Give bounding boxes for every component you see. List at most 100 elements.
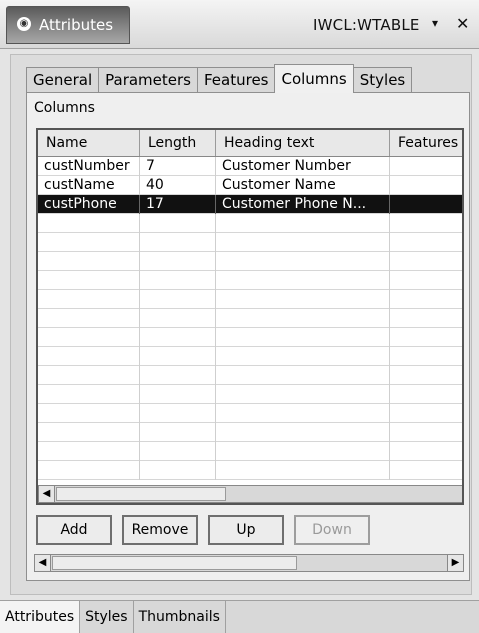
empty-cell <box>140 404 216 423</box>
empty-cell <box>38 309 140 328</box>
table-row-empty[interactable] <box>38 252 462 271</box>
cell-heading-text: Customer Name <box>216 176 390 195</box>
empty-cell <box>38 423 140 442</box>
cell-heading-text: Customer Phone N... <box>216 195 390 214</box>
empty-cell <box>38 461 140 480</box>
view-titlebar: ◉ Attributes IWCL:WTABLE ▾ ✕ <box>0 0 479 49</box>
table-row[interactable]: custNumber 7 Customer Number <box>38 157 462 176</box>
table-row-empty[interactable] <box>38 347 462 366</box>
view-tab-label: Attributes <box>39 16 114 34</box>
empty-cell <box>140 385 216 404</box>
view-tab-attributes[interactable]: ◉ Attributes <box>6 6 130 44</box>
table-row-empty[interactable] <box>38 328 462 347</box>
empty-cell <box>216 233 390 252</box>
cell-features <box>390 176 462 195</box>
column-header-features[interactable]: Features <box>390 130 462 156</box>
table-row-empty[interactable] <box>38 271 462 290</box>
column-header-heading-text[interactable]: Heading text <box>216 130 390 156</box>
empty-cell <box>216 214 390 233</box>
scrollbar-thumb[interactable] <box>56 487 226 501</box>
scroll-left-icon[interactable]: ◀ <box>35 555 51 571</box>
table-row-empty[interactable] <box>38 385 462 404</box>
close-icon[interactable]: ✕ <box>456 14 469 33</box>
empty-cell <box>140 252 216 271</box>
empty-cell <box>38 404 140 423</box>
cell-heading-text: Customer Number <box>216 157 390 176</box>
table-row-empty[interactable] <box>38 442 462 461</box>
empty-cell <box>140 347 216 366</box>
tab-general[interactable]: General <box>26 67 100 92</box>
table-row-selected[interactable]: custPhone 17 Customer Phone N... <box>38 195 462 214</box>
empty-cell <box>38 214 140 233</box>
view-menu-icon[interactable]: ▾ <box>432 16 438 30</box>
scroll-left-icon[interactable]: ◀ <box>39 486 55 502</box>
table-header: Name Length Heading text Features <box>38 130 462 157</box>
table-row-empty[interactable] <box>38 366 462 385</box>
attributes-view: ◉ Attributes IWCL:WTABLE ▾ ✕ General Par… <box>0 0 479 633</box>
table-row-empty[interactable] <box>38 309 462 328</box>
empty-cell <box>216 347 390 366</box>
empty-cell <box>216 328 390 347</box>
empty-cell <box>38 366 140 385</box>
columns-section-label: Columns <box>34 100 95 116</box>
page-horizontal-scrollbar[interactable]: ◀ ▶ <box>34 554 464 572</box>
empty-cell <box>38 290 140 309</box>
cell-name: custPhone <box>38 195 140 214</box>
cell-features <box>390 195 462 214</box>
tab-columns[interactable]: Columns <box>274 64 354 93</box>
table-row-empty[interactable] <box>38 423 462 442</box>
up-button[interactable]: Up <box>208 515 284 545</box>
column-header-name[interactable]: Name <box>38 130 140 156</box>
tab-attributes[interactable]: Attributes <box>0 601 81 633</box>
selected-element-name: IWCL:WTABLE <box>313 16 420 34</box>
empty-cell <box>140 271 216 290</box>
scrollbar-thumb[interactable] <box>52 556 297 570</box>
empty-cell <box>140 233 216 252</box>
empty-cell <box>390 328 462 347</box>
tab-styles-view[interactable]: Styles <box>80 601 134 633</box>
empty-cell <box>140 309 216 328</box>
empty-cell <box>390 423 462 442</box>
scroll-right-icon[interactable]: ▶ <box>447 555 463 571</box>
empty-cell <box>216 309 390 328</box>
cell-length: 17 <box>140 195 216 214</box>
empty-cell <box>390 271 462 290</box>
table-row-empty[interactable] <box>38 214 462 233</box>
remove-button[interactable]: Remove <box>122 515 198 545</box>
empty-cell <box>140 423 216 442</box>
empty-cell <box>38 252 140 271</box>
empty-cell <box>216 404 390 423</box>
table-row-empty[interactable] <box>38 290 462 309</box>
table-horizontal-scrollbar[interactable]: ◀ <box>38 485 462 503</box>
table-row-empty[interactable] <box>38 404 462 423</box>
table-row[interactable]: custName 40 Customer Name <box>38 176 462 195</box>
columns-table[interactable]: Name Length Heading text Features custNu… <box>36 128 464 505</box>
empty-cell <box>216 271 390 290</box>
property-tabs: General Parameters Features Columns Styl… <box>26 64 413 93</box>
empty-cell <box>38 328 140 347</box>
table-row-empty[interactable] <box>38 461 462 480</box>
empty-cell <box>140 290 216 309</box>
column-header-length[interactable]: Length <box>140 130 216 156</box>
add-button[interactable]: Add <box>36 515 112 545</box>
empty-cell <box>390 461 462 480</box>
empty-cell <box>390 290 462 309</box>
tab-thumbnails[interactable]: Thumbnails <box>134 601 226 633</box>
empty-cell <box>140 214 216 233</box>
empty-cell <box>216 423 390 442</box>
empty-cell <box>390 366 462 385</box>
empty-cell <box>38 442 140 461</box>
tab-styles[interactable]: Styles <box>352 67 413 92</box>
empty-cell <box>38 385 140 404</box>
empty-cell <box>390 347 462 366</box>
empty-cell <box>390 385 462 404</box>
down-button[interactable]: Down <box>294 515 370 545</box>
cell-name: custNumber <box>38 157 140 176</box>
tab-parameters[interactable]: Parameters <box>98 67 198 92</box>
attributes-view-icon: ◉ <box>17 17 31 31</box>
cell-length: 7 <box>140 157 216 176</box>
table-row-empty[interactable] <box>38 233 462 252</box>
empty-cell <box>390 233 462 252</box>
tab-features[interactable]: Features <box>196 67 276 92</box>
empty-cell <box>140 366 216 385</box>
